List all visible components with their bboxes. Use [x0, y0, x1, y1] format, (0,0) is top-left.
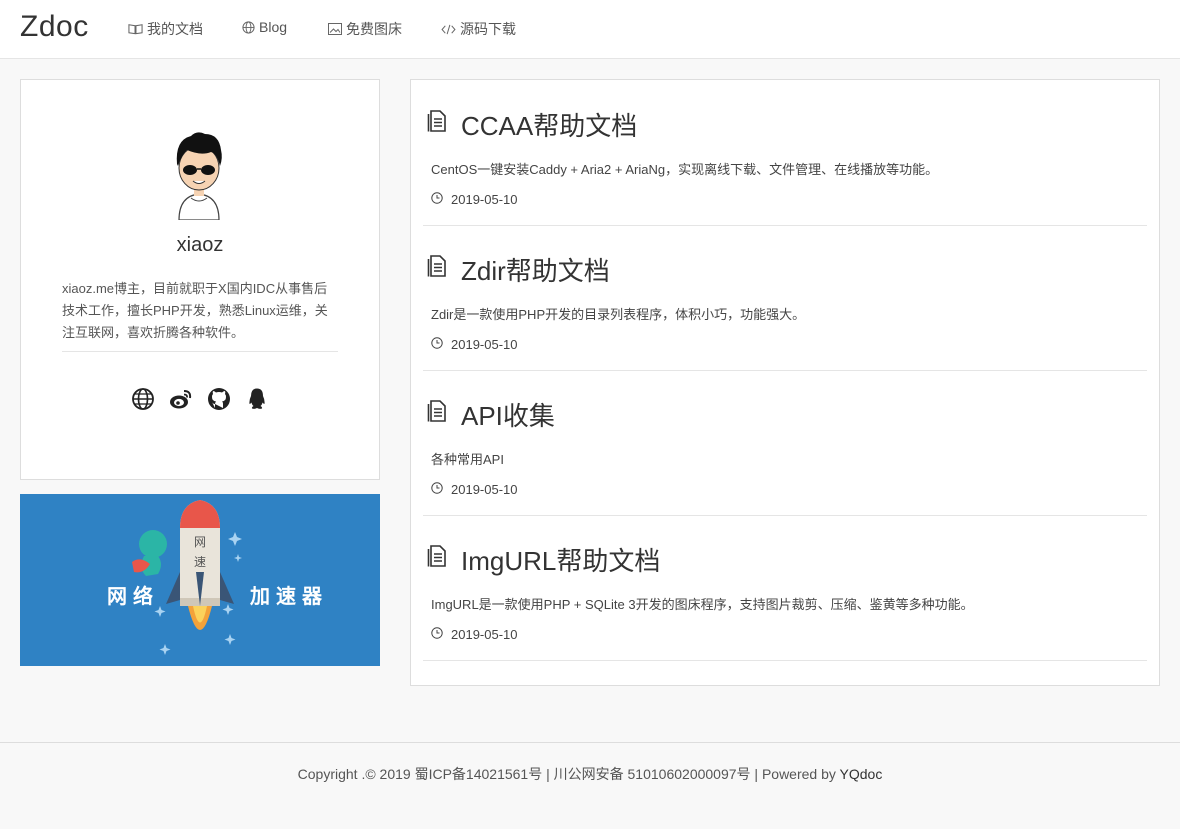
doc-date: 2019-05-10	[431, 192, 518, 207]
footer-text: Copyright .© 2019 蜀ICP备14021561号 | 川公网安备…	[0, 764, 1180, 784]
code-icon	[441, 24, 456, 35]
document-icon	[427, 255, 447, 282]
image-icon	[328, 23, 342, 35]
doc-description: CentOS一键安装Caddy + Aria2 + AriaNg，实现离线下载、…	[431, 162, 939, 177]
doc-item-zdir[interactable]: Zdir帮助文档 Zdir是一款使用PHP开发的目录列表程序，体积小巧，功能强大…	[423, 225, 1147, 371]
footer: Copyright .© 2019 蜀ICP备14021561号 | 川公网安备…	[0, 742, 1180, 829]
nav-item-blog[interactable]: Blog	[242, 19, 287, 35]
document-icon	[427, 400, 447, 427]
accelerator-banner[interactable]: 网 速 网络 加速器	[20, 494, 380, 666]
rocket-text-1: 网	[194, 535, 206, 549]
doc-list: CCAA帮助文档 CentOS一键安装Caddy + Aria2 + AriaN…	[410, 79, 1160, 686]
nav-item-image-hosting[interactable]: 免费图床	[328, 19, 402, 39]
profile-name: xiaoz	[176, 234, 224, 256]
clock-icon	[431, 192, 443, 207]
rocket-text-2: 速	[194, 555, 206, 569]
doc-description: Zdir是一款使用PHP开发的目录列表程序，体积小巧，功能强大。	[431, 307, 806, 322]
qq-icon[interactable]	[245, 387, 269, 411]
nav-label: 免费图床	[346, 21, 402, 37]
book-icon	[128, 23, 143, 35]
navbar: Zdoc 我的文档 Blog 免费图床 源码下载	[0, 0, 1180, 59]
avatar	[169, 128, 229, 225]
nav-label: Blog	[259, 19, 288, 35]
social-links	[131, 387, 269, 411]
doc-date: 2019-05-10	[431, 482, 518, 497]
nav-label: 源码下载	[460, 21, 516, 37]
doc-date-text: 2019-05-10	[451, 627, 518, 642]
doc-title[interactable]: CCAA帮助文档	[461, 106, 637, 143]
clock-icon	[431, 482, 443, 497]
copyright-text: Copyright .© 2019 蜀ICP备14021561号 | 川公网安备…	[297, 766, 840, 782]
banner-left-text: 网络	[107, 586, 159, 608]
doc-description: ImgURL是一款使用PHP + SQLite 3开发的图床程序，支持图片裁剪、…	[431, 597, 974, 612]
doc-title[interactable]: API收集	[461, 396, 555, 433]
doc-date-text: 2019-05-10	[451, 337, 518, 352]
profile-description: xiaoz.me博主，目前就职于X国内IDC从事售后技术工作，擅长PHP开发，熟…	[62, 281, 328, 340]
doc-item-imgurl[interactable]: ImgURL帮助文档 ImgURL是一款使用PHP + SQLite 3开发的图…	[423, 515, 1147, 661]
doc-description: 各种常用API	[431, 452, 504, 467]
nav-item-source-download[interactable]: 源码下载	[441, 19, 516, 39]
divider	[62, 351, 338, 352]
brand-logo[interactable]: Zdoc	[20, 10, 89, 44]
doc-date-text: 2019-05-10	[451, 482, 518, 497]
globe-icon	[242, 20, 255, 34]
doc-item-api[interactable]: API收集 各种常用API 2019-05-10	[423, 370, 1147, 516]
document-icon	[427, 110, 447, 137]
doc-date-text: 2019-05-10	[451, 192, 518, 207]
globe-icon[interactable]	[131, 387, 155, 411]
doc-date: 2019-05-10	[431, 627, 518, 642]
doc-title[interactable]: ImgURL帮助文档	[461, 541, 660, 578]
document-icon	[427, 545, 447, 572]
nav-item-my-docs[interactable]: 我的文档	[128, 19, 203, 39]
nav-label: 我的文档	[147, 21, 203, 37]
clock-icon	[431, 337, 443, 352]
powered-by-link[interactable]: YQdoc	[840, 766, 883, 782]
profile-card: xiaoz xiaoz.me博主，目前就职于X国内IDC从事售后技术工作，擅长P…	[20, 79, 380, 480]
clock-icon	[431, 627, 443, 642]
github-icon[interactable]	[207, 387, 231, 411]
banner-right-text: 加速器	[250, 586, 328, 608]
weibo-icon[interactable]	[169, 387, 193, 411]
doc-date: 2019-05-10	[431, 337, 518, 352]
doc-item-ccaa[interactable]: CCAA帮助文档 CentOS一键安装Caddy + Aria2 + AriaN…	[423, 80, 1147, 226]
doc-title[interactable]: Zdir帮助文档	[461, 251, 610, 288]
